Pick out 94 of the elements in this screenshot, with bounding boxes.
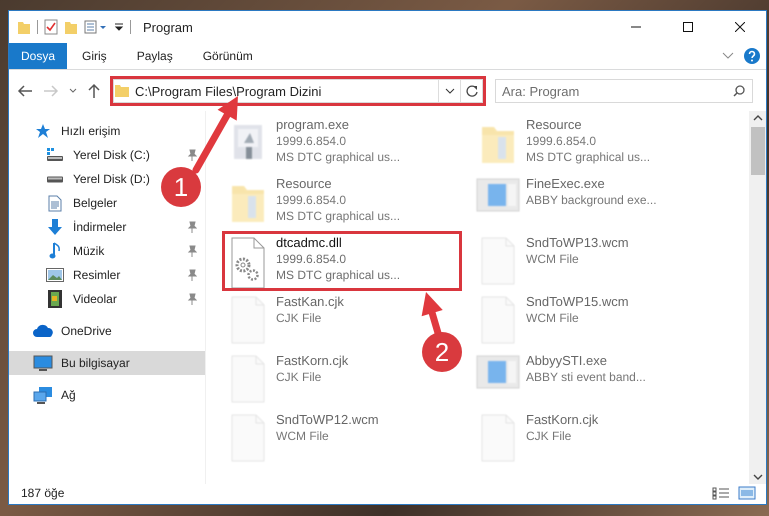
file-name: program.exe <box>276 117 350 133</box>
file-detail: WCM File <box>276 428 330 444</box>
pin-icon <box>187 149 197 161</box>
cloud-icon <box>33 324 53 338</box>
file-name: dtcadmc.dll <box>276 235 343 251</box>
file-detail: MS DTC graphical us... <box>526 149 650 165</box>
file-name: SndToWP15.wcm <box>526 294 629 310</box>
file-detail: MS DTC graphical us... <box>276 267 400 283</box>
navigation-item[interactable]: Yerel Disk (D:) <box>73 172 150 186</box>
window-title: Program <box>143 20 193 34</box>
gear-document-icon <box>231 237 265 289</box>
chevron-down-icon <box>444 88 454 94</box>
forward-arrow-icon <box>43 84 59 98</box>
ribbon-tab[interactable]: Görünüm <box>188 43 268 69</box>
navigation-item[interactable]: OneDrive <box>61 324 112 338</box>
file-detail: 1999.6.854.0 <box>276 192 348 208</box>
ribbon-tab[interactable]: Giriş <box>67 43 122 69</box>
pin-icon <box>187 269 197 281</box>
file-name: FastKan.cjk <box>276 294 344 310</box>
item-count: 187 öğe <box>21 486 64 500</box>
scrollbar-thumb[interactable] <box>750 127 764 175</box>
navigation-item[interactable]: Hızlı erişim <box>61 124 120 138</box>
drive-icon <box>46 147 64 163</box>
window-app-icon <box>476 355 520 389</box>
back-arrow-icon <box>17 84 33 98</box>
file-name: FineExec.exe <box>526 176 606 192</box>
pin-icon <box>187 221 197 233</box>
file-name: SndToWP12.wcm <box>276 412 379 428</box>
file-detail: CJK File <box>276 310 322 326</box>
up-arrow-icon <box>87 83 101 99</box>
music-note-icon <box>49 242 61 260</box>
monitor-icon <box>33 354 53 372</box>
document-icon <box>48 194 62 212</box>
file-name: FastKorn.cjk <box>276 353 348 369</box>
file-name: SndToWP13.wcm <box>526 235 629 251</box>
maximize-icon <box>683 22 693 32</box>
close-icon <box>735 22 745 32</box>
navigation-item[interactable]: Ağ <box>61 388 76 402</box>
star-icon <box>35 123 51 139</box>
drive-icon <box>46 176 64 182</box>
file-detail: CJK File <box>276 369 322 385</box>
pin-icon <box>187 245 197 257</box>
file-detail: 1999.6.854.0 <box>526 133 598 149</box>
scroll-down-icon <box>752 474 762 480</box>
step-number: 2 <box>434 337 450 367</box>
folder-icon <box>114 84 130 98</box>
pointer-arrow <box>422 292 443 336</box>
window-app-icon <box>476 178 520 212</box>
film-icon <box>48 290 62 308</box>
navigation-item[interactable]: İndirmeler <box>73 220 126 234</box>
file-detail: CJK File <box>526 428 572 444</box>
step-number: 1 <box>174 172 188 202</box>
large-icons-view-icon[interactable] <box>738 486 756 500</box>
refresh-icon <box>466 85 478 97</box>
help-icon[interactable] <box>744 48 760 64</box>
network-icon <box>33 386 53 404</box>
file-detail: 1999.6.854.0 <box>276 133 348 149</box>
details-view-icon[interactable] <box>712 486 730 500</box>
chevron-down-icon <box>69 88 77 94</box>
chevron-down-icon[interactable] <box>722 52 734 60</box>
file-detail: WCM File <box>526 310 580 326</box>
scrollbar[interactable] <box>749 111 766 484</box>
selected-navigation-row[interactable]: Bu bilgisayar <box>9 351 205 375</box>
file-name: Resource <box>276 176 333 192</box>
file-name: AbbyySTI.exe <box>526 353 608 369</box>
search-icon <box>733 85 745 97</box>
file-detail: MS DTC graphical us... <box>276 208 400 224</box>
folder-icon <box>17 19 31 35</box>
file-detail: 1999.6.854.0 <box>276 251 348 267</box>
ribbon-tab[interactable]: Paylaş <box>122 43 188 69</box>
file-name: Resource <box>526 117 583 133</box>
pin-icon <box>187 293 197 305</box>
address-bar[interactable]: C:\Program Files\Program Dizini <box>113 79 483 103</box>
navigation-item[interactable]: Resimler <box>73 268 120 282</box>
file-detail: ABBY background exe... <box>526 192 657 208</box>
navigation-item[interactable]: Yerel Disk (C:) <box>73 148 150 162</box>
navigation-item[interactable]: Videolar <box>73 292 117 306</box>
navigation-item[interactable]: Müzik <box>73 244 104 258</box>
step-badge <box>161 167 201 207</box>
search-field[interactable]: Ara: Program <box>495 79 753 103</box>
navigation-item[interactable]: Bu bilgisayar <box>61 356 130 370</box>
file-detail: ABBY sti event band... <box>526 369 646 385</box>
scroll-up-icon <box>752 115 762 121</box>
file-name: FastKorn.cjk <box>526 412 598 428</box>
step-badge <box>422 332 462 372</box>
file-detail: MS DTC graphical us... <box>276 149 400 165</box>
navigation-item[interactable]: Belgeler <box>73 196 118 210</box>
down-arrow-icon <box>47 218 63 236</box>
ribbon-tab[interactable]: Dosya <box>9 43 68 69</box>
properties-icon[interactable] <box>84 19 108 35</box>
checklist-icon[interactable] <box>44 19 58 35</box>
file-detail: WCM File <box>526 251 580 267</box>
highlighted-file-item[interactable]: dtcadmc.dll 1999.6.854.0 MS DTC graphical us... <box>224 233 460 289</box>
picture-icon <box>46 268 64 282</box>
